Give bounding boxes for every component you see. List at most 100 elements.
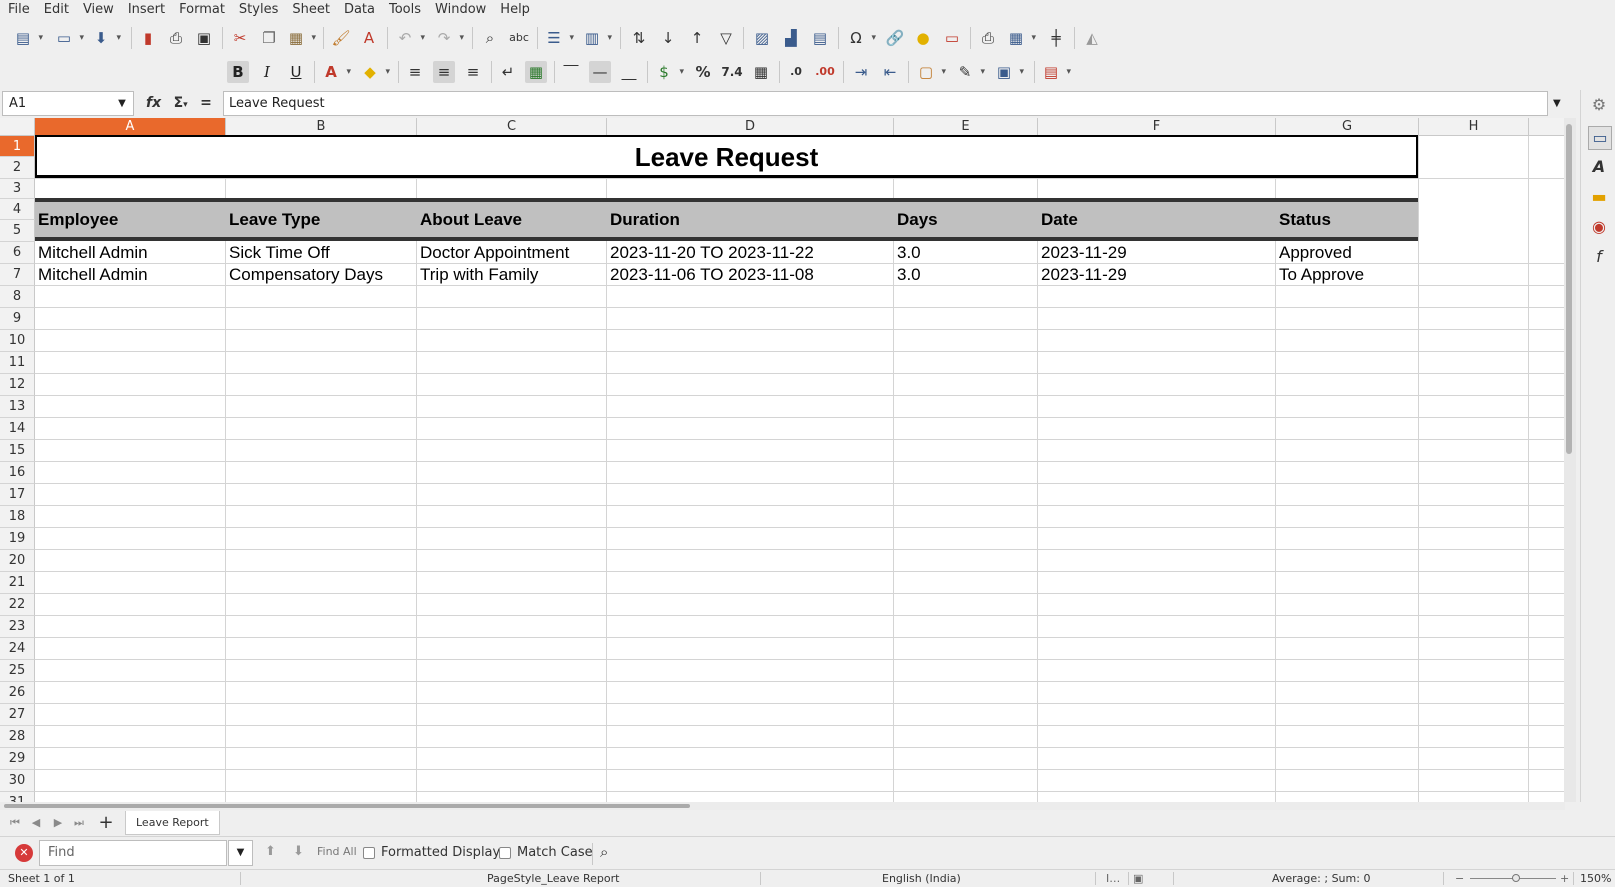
row-header[interactable]: 23 xyxy=(0,616,35,638)
split-window-icon[interactable]: ╪ xyxy=(1045,27,1067,49)
new-document-icon[interactable]: ▤ xyxy=(12,27,43,49)
sort-icon[interactable]: ⇅ xyxy=(628,27,650,49)
row-header[interactable]: 27 xyxy=(0,704,35,726)
chevron-down-icon[interactable]: ▼ xyxy=(110,58,133,83)
align-left-icon[interactable]: ≡ xyxy=(404,61,426,83)
freeze-rows-columns-icon[interactable]: ▦ xyxy=(1005,27,1036,49)
clear-formatting-icon[interactable]: A xyxy=(358,27,380,49)
menu-edit[interactable]: Edit xyxy=(37,0,76,20)
next-sheet-icon[interactable]: ▶ xyxy=(50,814,66,832)
header-employee[interactable]: Employee xyxy=(35,202,118,237)
menu-view[interactable]: View xyxy=(76,0,121,20)
name-box[interactable]: A1 ▼ xyxy=(2,91,134,116)
row-header[interactable]: 11 xyxy=(0,352,35,374)
bold-icon[interactable]: B xyxy=(227,61,249,83)
menu-window[interactable]: Window xyxy=(428,0,493,20)
wrap-text-icon[interactable]: ↵ xyxy=(497,61,519,83)
print-preview-icon[interactable]: ▣ xyxy=(193,27,215,49)
menu-tools[interactable]: Tools xyxy=(382,0,428,20)
formula-icon[interactable]: = xyxy=(200,95,212,111)
row-header[interactable]: 3 xyxy=(0,179,35,199)
align-right-icon[interactable]: ≡ xyxy=(462,61,484,83)
align-top-icon[interactable]: ⎺ xyxy=(560,61,582,83)
horizontal-scrollbar[interactable] xyxy=(0,802,1565,810)
sort-ascending-icon[interactable]: ↓ xyxy=(657,27,679,49)
copy-icon[interactable]: ❐ xyxy=(258,27,280,49)
increase-indent-icon[interactable]: ⇥ xyxy=(850,61,872,83)
previous-sheet-icon[interactable]: ◀ xyxy=(28,814,44,832)
row-header[interactable]: 6 xyxy=(0,242,35,264)
function-wizard-icon[interactable]: fx xyxy=(146,95,161,111)
expand-formula-icon[interactable]: ▼ xyxy=(1553,91,1561,116)
column-header-c[interactable]: C xyxy=(417,118,607,136)
menu-insert[interactable]: Insert xyxy=(121,0,172,20)
column-header-next[interactable] xyxy=(1529,118,1565,136)
align-bottom-icon[interactable]: ⎽ xyxy=(618,61,640,83)
first-sheet-icon[interactable]: ⏮ xyxy=(7,814,23,832)
spreadsheet-grid[interactable]: A B C D E F G H 1 2 3 4 5 6 7 8 9 10 11 … xyxy=(0,118,1565,802)
gear-icon[interactable]: ⚙ xyxy=(1588,94,1610,116)
navigator-icon[interactable]: ◉ xyxy=(1588,216,1610,238)
print-area-icon[interactable]: ⎙ xyxy=(977,27,999,49)
header-status[interactable]: Status xyxy=(1276,202,1331,237)
hyperlink-icon[interactable]: 🔗 xyxy=(884,27,906,49)
insert-chart-icon[interactable]: ▟ xyxy=(780,27,802,49)
font-name-box[interactable]: Arial ▼ xyxy=(12,57,134,84)
row-header[interactable]: 28 xyxy=(0,726,35,748)
column-header-h[interactable]: H xyxy=(1419,118,1529,136)
column-header-b[interactable]: B xyxy=(226,118,417,136)
row-icon[interactable]: ☰ xyxy=(543,27,574,49)
add-sheet-icon[interactable]: + xyxy=(98,814,114,832)
menu-file[interactable]: File xyxy=(0,0,37,20)
chevron-down-icon[interactable]: ▼ xyxy=(111,92,133,115)
row-header[interactable]: 18 xyxy=(0,506,35,528)
highlight-color-icon[interactable]: ◆ xyxy=(359,61,390,83)
print-icon[interactable]: ⎙ xyxy=(165,27,187,49)
zoom-out-icon[interactable]: − xyxy=(1455,872,1464,886)
comment-icon[interactable]: ● xyxy=(912,27,934,49)
table-cell[interactable]: 2023-11-29 xyxy=(1038,242,1127,264)
formatted-display-checkbox[interactable] xyxy=(363,847,375,859)
spelling-icon[interactable]: abc xyxy=(508,27,530,49)
delete-decimal-icon[interactable]: .00 xyxy=(814,61,836,83)
show-draw-functions-icon[interactable]: ◭ xyxy=(1081,27,1103,49)
decrease-indent-icon[interactable]: ⇤ xyxy=(879,61,901,83)
redo-icon[interactable]: ↷ xyxy=(433,27,464,49)
table-cell[interactable]: Mitchell Admin xyxy=(35,242,148,264)
selection-mode-icon[interactable]: I… xyxy=(1106,872,1120,886)
font-size-box[interactable]: 15 ▼ xyxy=(143,57,212,84)
autofilter-icon[interactable]: ▽ xyxy=(715,27,737,49)
paste-icon[interactable]: ▦ xyxy=(285,27,316,49)
close-icon[interactable]: ✕ xyxy=(15,844,33,862)
align-center-icon[interactable]: ≡ xyxy=(433,61,455,83)
cut-icon[interactable]: ✂ xyxy=(229,27,251,49)
table-cell[interactable]: Sick Time Off xyxy=(226,242,330,264)
insert-image-icon[interactable]: ▨ xyxy=(751,27,773,49)
font-color-icon[interactable]: A xyxy=(320,61,351,83)
row-header[interactable]: 20 xyxy=(0,550,35,572)
row-header[interactable]: 31 xyxy=(0,792,35,802)
table-cell[interactable]: Approved xyxy=(1276,242,1352,264)
properties-icon[interactable]: ▭ xyxy=(1588,126,1612,150)
row-header[interactable]: 1 xyxy=(0,136,35,157)
header-date[interactable]: Date xyxy=(1038,202,1078,237)
pivot-table-icon[interactable]: ▤ xyxy=(809,27,831,49)
table-cell[interactable]: To Approve xyxy=(1276,264,1364,286)
zoom-in-icon[interactable]: + xyxy=(1560,872,1569,886)
match-case-checkbox[interactable] xyxy=(499,847,511,859)
row-header[interactable]: 24 xyxy=(0,638,35,660)
underline-icon[interactable]: U xyxy=(285,61,307,83)
row-header[interactable]: 8 xyxy=(0,286,35,308)
gallery-icon[interactable]: ▬ xyxy=(1588,186,1610,208)
zoom-slider-handle[interactable] xyxy=(1512,874,1520,882)
row-header[interactable]: 29 xyxy=(0,748,35,770)
find-replace-icon[interactable]: ⌕ xyxy=(479,27,501,49)
chevron-down-icon[interactable]: ▼ xyxy=(228,840,253,866)
row-header[interactable]: 10 xyxy=(0,330,35,352)
table-cell[interactable]: Trip with Family xyxy=(417,264,538,286)
find-all-button[interactable]: Find All xyxy=(317,845,357,858)
row-header[interactable]: 15 xyxy=(0,440,35,462)
row-header[interactable]: 12 xyxy=(0,374,35,396)
table-cell[interactable]: Compensatory Days xyxy=(226,264,383,286)
header-days[interactable]: Days xyxy=(894,202,938,237)
